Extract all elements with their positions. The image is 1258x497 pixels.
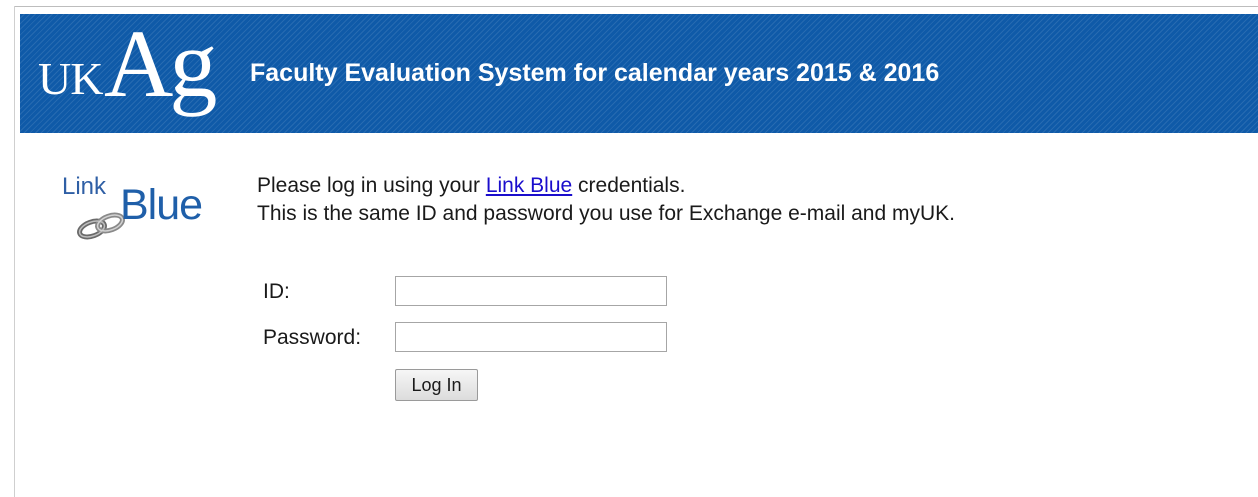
logo-ag-text: Ag — [104, 10, 217, 117]
instructions-prefix: Please log in using your — [257, 174, 486, 197]
page-title: Faculty Evaluation System for calendar y… — [250, 59, 940, 87]
ukag-logo: UK Ag — [38, 14, 218, 133]
page: UK Ag Faculty Evaluation System for cale… — [0, 0, 1258, 497]
linkblue-logo: Link Blue — [58, 165, 226, 247]
id-input[interactable] — [395, 276, 667, 306]
password-input[interactable] — [395, 322, 667, 352]
login-instructions: Please log in using your Link Blue crede… — [257, 172, 955, 228]
password-label: Password: — [263, 326, 362, 349]
linkblue-blue-text: Blue — [120, 181, 203, 229]
login-button[interactable]: Log In — [395, 369, 478, 401]
link-blue-link[interactable]: Link Blue — [486, 174, 572, 197]
instructions-suffix: credentials. — [572, 174, 686, 197]
frame-border-left — [14, 6, 15, 497]
frame-border-top — [14, 6, 1258, 7]
instructions-line-2: This is the same ID and password you use… — [257, 202, 955, 225]
logo-uk-text: UK — [38, 53, 103, 104]
id-label: ID: — [263, 280, 290, 303]
instructions-line-1: Please log in using your Link Blue crede… — [257, 172, 955, 200]
header-banner: UK Ag Faculty Evaluation System for cale… — [20, 14, 1258, 133]
linkblue-link-text: Link — [62, 173, 107, 200]
